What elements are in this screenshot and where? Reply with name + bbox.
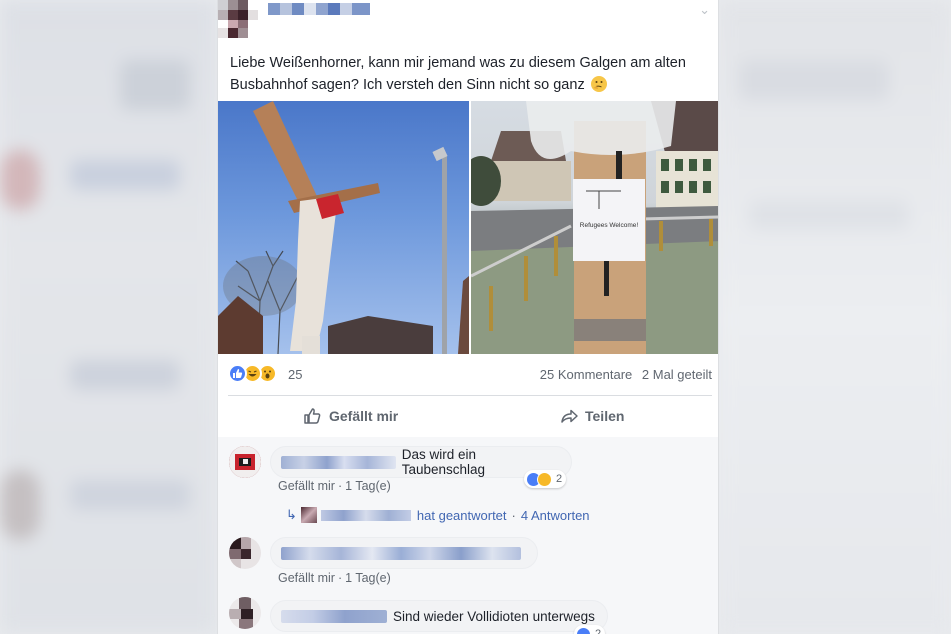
comments-count-link[interactable]: 25 Kommentare xyxy=(540,367,633,382)
comment-bubble: Sind wieder Vollidioten unterwegs xyxy=(270,600,608,632)
commenter-name-pixelated[interactable] xyxy=(281,455,396,469)
comment-content-pixelated xyxy=(281,546,521,560)
like-button[interactable]: Gefällt mir xyxy=(303,400,398,432)
author-avatar[interactable] xyxy=(218,0,258,38)
sign-text: Refugees Welcome! xyxy=(580,222,639,229)
comment-meta: Gefällt mir · 1 Tag(e) xyxy=(278,571,391,585)
post-photos[interactable]: Refugees Welcome! xyxy=(218,101,718,354)
reactions-summary: 25 25 Kommentare 2 Mal geteilt xyxy=(228,364,712,386)
photo-gallows-sky[interactable] xyxy=(218,101,469,354)
reaction-count[interactable]: 25 xyxy=(288,367,302,382)
comment-like-link[interactable]: Gefällt mir xyxy=(278,571,335,585)
reply-count: 4 Antworten xyxy=(520,507,590,523)
replier-avatar xyxy=(300,507,317,523)
thinking-face-icon xyxy=(590,76,607,92)
thumbs-up-icon xyxy=(304,408,321,424)
comment-reaction-count: 2 xyxy=(556,473,563,485)
share-button[interactable]: Teilen xyxy=(559,400,624,432)
blurred-background-right xyxy=(719,0,951,634)
like-button-label: Gefällt mir xyxy=(329,408,399,424)
shares-count-link[interactable]: 2 Mal geteilt xyxy=(642,367,712,382)
comment-like-link[interactable]: Gefällt mir xyxy=(278,479,335,493)
comment-time[interactable]: 1 Tag(e) xyxy=(345,479,391,493)
share-button-label: Teilen xyxy=(585,408,625,424)
photo-pole-sign[interactable]: Refugees Welcome! xyxy=(471,101,718,354)
comment-bubble-pixelated xyxy=(270,537,538,569)
commenter-avatar[interactable] xyxy=(229,597,261,629)
commenter-avatar[interactable] xyxy=(229,537,261,569)
reply-summary-text: hat geantwortet xyxy=(416,507,507,523)
comment-time[interactable]: 1 Tag(e) xyxy=(345,571,391,585)
commenter-name-pixelated[interactable] xyxy=(281,609,387,623)
comment-reactions[interactable]: 2 xyxy=(524,470,567,488)
like-reaction-icon xyxy=(576,626,591,634)
post-header: ⌄ xyxy=(218,0,718,45)
divider xyxy=(228,395,712,396)
replies-link[interactable]: ↳ hat geantwortet · 4 Antworten xyxy=(286,507,590,523)
like-reaction-icon[interactable] xyxy=(228,364,247,383)
haha-reaction-icon xyxy=(537,471,552,487)
post-options-chevron-icon[interactable]: ⌄ xyxy=(699,2,710,18)
comments-section: Das wird ein Taubenschlag 2 Gefällt mir ·… xyxy=(218,437,718,634)
commenter-avatar[interactable] xyxy=(229,446,261,478)
share-arrow-icon xyxy=(561,409,578,423)
comment-text: Sind wieder Vollidioten unterwegs xyxy=(393,608,595,624)
facebook-post: ⌄ Liebe Weißenhorner, kann mir jemand wa… xyxy=(217,0,719,634)
comment-meta: Gefällt mir · 1 Tag(e) xyxy=(278,479,391,493)
comment-reactions[interactable]: 2 xyxy=(574,625,606,634)
engagement-meta: 25 Kommentare 2 Mal geteilt xyxy=(534,367,712,382)
post-text: Liebe Weißenhorner, kann mir jemand was … xyxy=(230,52,710,96)
post-text-content: Liebe Weißenhorner, kann mir jemand was … xyxy=(230,55,686,93)
comment-reaction-count: 2 xyxy=(595,628,602,634)
blurred-background-left xyxy=(0,0,217,634)
author-name-pixelated[interactable] xyxy=(268,3,370,15)
reply-arrow-icon: ↳ xyxy=(286,507,297,522)
replier-name-pixelated xyxy=(320,509,411,521)
